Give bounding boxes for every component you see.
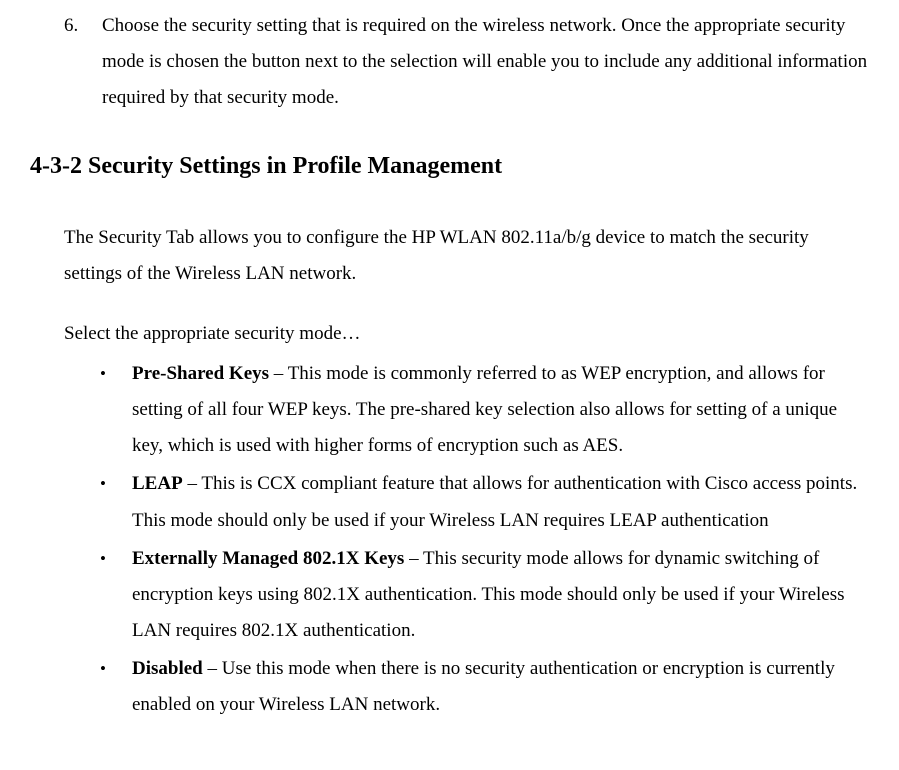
step-number: 6. — [64, 8, 102, 116]
mode-name: Disabled — [132, 658, 203, 679]
list-item-text: Pre-Shared Keys – This mode is commonly … — [132, 356, 869, 464]
list-item-text: LEAP – This is CCX compliant feature tha… — [132, 466, 869, 538]
mode-name: Externally Managed 802.1X Keys — [132, 548, 404, 569]
list-item-text: Externally Managed 802.1X Keys – This se… — [132, 541, 869, 649]
list-item: • Disabled – Use this mode when there is… — [100, 651, 869, 723]
list-item: • Pre-Shared Keys – This mode is commonl… — [100, 356, 869, 464]
mode-desc: – This is CCX compliant feature that all… — [132, 473, 857, 530]
bullet-icon: • — [100, 356, 132, 464]
mode-name: LEAP — [132, 473, 183, 494]
list-item: • Externally Managed 802.1X Keys – This … — [100, 541, 869, 649]
bullet-icon: • — [100, 541, 132, 649]
step-6: 6. Choose the security setting that is r… — [64, 8, 869, 116]
list-item-text: Disabled – Use this mode when there is n… — [132, 651, 869, 723]
list-item: • LEAP – This is CCX compliant feature t… — [100, 466, 869, 538]
mode-desc: – Use this mode when there is no securit… — [132, 658, 835, 715]
mode-name: Pre-Shared Keys — [132, 363, 269, 384]
step-text: Choose the security setting that is requ… — [102, 8, 869, 116]
intro-paragraph: The Security Tab allows you to configure… — [64, 220, 869, 292]
section-heading: 4-3-2 Security Settings in Profile Manag… — [30, 144, 869, 190]
select-mode-line: Select the appropriate security mode… — [64, 316, 869, 352]
security-mode-list: • Pre-Shared Keys – This mode is commonl… — [100, 356, 869, 723]
bullet-icon: • — [100, 651, 132, 723]
bullet-icon: • — [100, 466, 132, 538]
